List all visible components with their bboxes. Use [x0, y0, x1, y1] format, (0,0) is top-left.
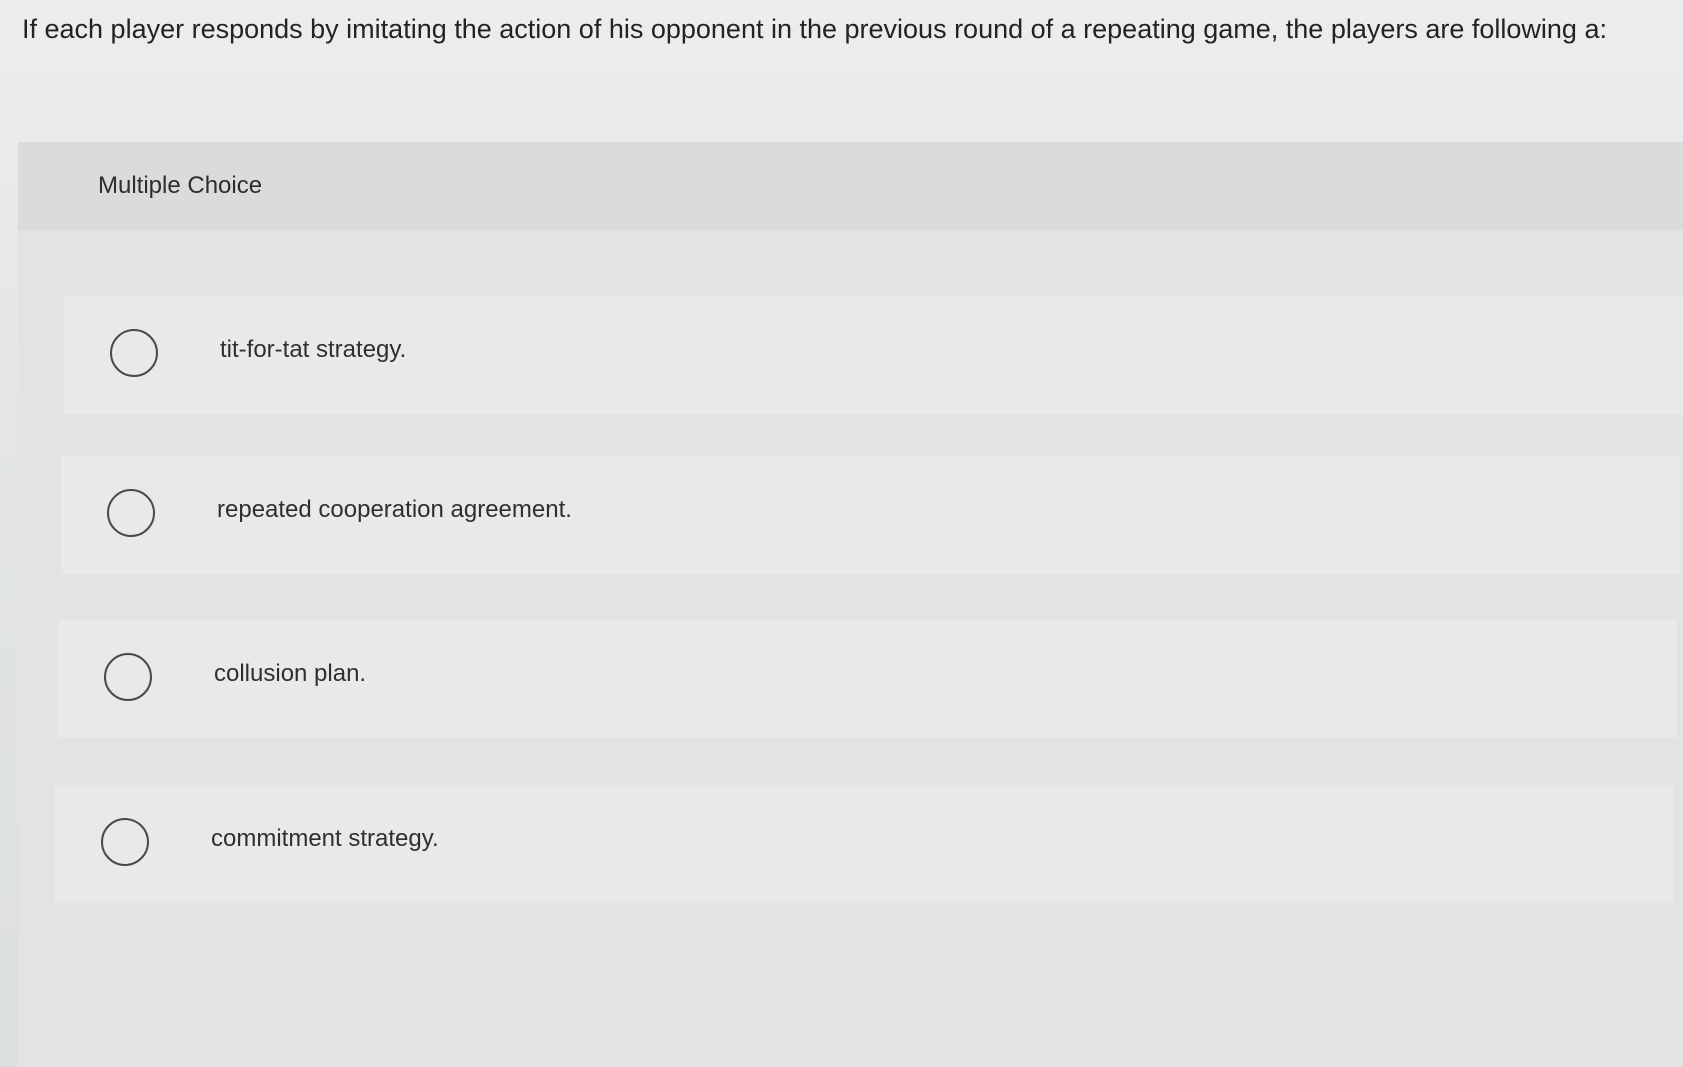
- radio-button[interactable]: [107, 489, 155, 537]
- option-label: commitment strategy.: [211, 825, 439, 852]
- option-collusion-plan[interactable]: collusion plan.: [58, 620, 1677, 738]
- radio-button[interactable]: [101, 818, 149, 866]
- option-repeated-cooperation[interactable]: repeated cooperation agreement.: [61, 456, 1680, 574]
- panel-header: Multiple Choice: [18, 142, 1683, 230]
- option-commitment-strategy[interactable]: commitment strategy.: [55, 785, 1674, 903]
- multiple-choice-panel: Multiple Choice: [18, 142, 1683, 1067]
- radio-button[interactable]: [104, 653, 152, 701]
- option-tit-for-tat[interactable]: tit-for-tat strategy.: [64, 296, 1683, 414]
- radio-button[interactable]: [110, 329, 158, 377]
- panel-header-label: Multiple Choice: [98, 172, 263, 199]
- option-label: tit-for-tat strategy.: [220, 336, 407, 363]
- option-label: collusion plan.: [214, 660, 367, 687]
- option-label: repeated cooperation agreement.: [217, 496, 572, 523]
- question-text: If each player responds by imitating the…: [22, 14, 1607, 44]
